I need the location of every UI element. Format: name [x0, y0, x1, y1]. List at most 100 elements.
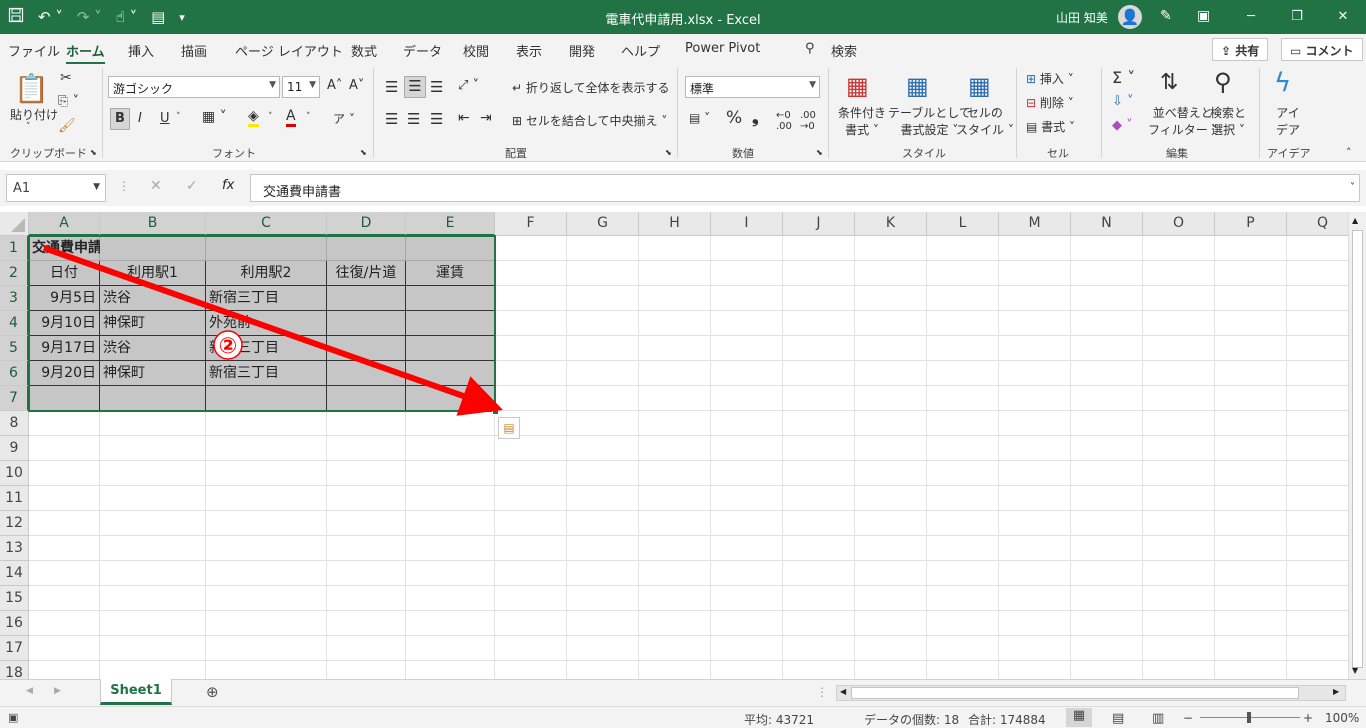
- cell-q1[interactable]: [1287, 236, 1348, 261]
- cell-d11[interactable]: [327, 486, 406, 511]
- cell-a18[interactable]: [29, 661, 100, 679]
- fill-color-icon[interactable]: ◈: [248, 108, 259, 127]
- column-header-g[interactable]: G: [567, 212, 639, 236]
- cell-m7[interactable]: [999, 386, 1071, 411]
- cell-m1[interactable]: [999, 236, 1071, 261]
- row-header-7[interactable]: 7: [0, 386, 29, 411]
- cell-d7[interactable]: [327, 386, 406, 411]
- cell-f11[interactable]: [495, 486, 567, 511]
- user-name[interactable]: 山田 知美: [1056, 9, 1108, 26]
- cell-p18[interactable]: [1215, 661, 1287, 679]
- cell-k11[interactable]: [855, 486, 927, 511]
- cell-a8[interactable]: [29, 411, 100, 436]
- name-box[interactable]: A1 ▼: [6, 174, 106, 202]
- cell-m8[interactable]: [999, 411, 1071, 436]
- tab-data[interactable]: データ: [403, 41, 442, 60]
- cell-e4[interactable]: [406, 311, 495, 336]
- macro-record-icon[interactable]: ▣: [8, 711, 18, 724]
- column-header-c[interactable]: C: [206, 212, 327, 236]
- row-header-11[interactable]: 11: [0, 486, 29, 511]
- column-header-e[interactable]: E: [406, 212, 495, 236]
- cell-q14[interactable]: [1287, 561, 1348, 586]
- cell-b1[interactable]: [100, 236, 206, 261]
- h-scroll-thumb[interactable]: [851, 687, 1299, 699]
- grow-font-icon[interactable]: A˄: [327, 78, 342, 93]
- cell-l4[interactable]: [927, 311, 999, 336]
- cell-k7[interactable]: [855, 386, 927, 411]
- cell-k1[interactable]: [855, 236, 927, 261]
- cell-m2[interactable]: [999, 261, 1071, 286]
- autosum-icon[interactable]: Σ ˅: [1112, 68, 1135, 87]
- cell-c14[interactable]: [206, 561, 327, 586]
- cell-o9[interactable]: [1143, 436, 1215, 461]
- collapse-ribbon-icon[interactable]: ˄: [1346, 146, 1352, 159]
- restore-button[interactable]: ❐: [1274, 0, 1320, 34]
- cell-h6[interactable]: [639, 361, 711, 386]
- tab-page-layout[interactable]: ページ レイアウト: [235, 41, 343, 60]
- column-header-d[interactable]: D: [327, 212, 406, 236]
- fill-handle[interactable]: [492, 408, 499, 415]
- cell-e11[interactable]: [406, 486, 495, 511]
- cell-i14[interactable]: [711, 561, 783, 586]
- cell-m12[interactable]: [999, 511, 1071, 536]
- tab-view[interactable]: 表示: [516, 41, 542, 60]
- cell-q6[interactable]: [1287, 361, 1348, 386]
- page-layout-view-icon[interactable]: ▤: [1112, 711, 1124, 726]
- cell-l2[interactable]: [927, 261, 999, 286]
- cell-k13[interactable]: [855, 536, 927, 561]
- cell-q16[interactable]: [1287, 611, 1348, 636]
- cell-h17[interactable]: [639, 636, 711, 661]
- align-middle-icon[interactable]: ☰: [404, 76, 426, 98]
- cell-i2[interactable]: [711, 261, 783, 286]
- merge-center-button[interactable]: ⊞ セルを結合して中央揃え ˅: [512, 112, 667, 129]
- cell-d14[interactable]: [327, 561, 406, 586]
- insert-cells-button[interactable]: ⊞ 挿入 ˅: [1026, 70, 1074, 87]
- format-cells-button[interactable]: ▤ 書式 ˅: [1026, 118, 1075, 135]
- cell-n15[interactable]: [1071, 586, 1143, 611]
- tab-help[interactable]: ヘルプ: [621, 41, 660, 60]
- cell-l17[interactable]: [927, 636, 999, 661]
- cell-c6[interactable]: 新宿三丁目: [206, 361, 327, 386]
- row-header-4[interactable]: 4: [0, 311, 29, 336]
- cell-g16[interactable]: [567, 611, 639, 636]
- insert-function-icon[interactable]: fx: [222, 178, 234, 193]
- font-size-select[interactable]: 11 ▼: [282, 76, 320, 98]
- cell-m9[interactable]: [999, 436, 1071, 461]
- cell-o7[interactable]: [1143, 386, 1215, 411]
- cell-j5[interactable]: [783, 336, 855, 361]
- cell-l10[interactable]: [927, 461, 999, 486]
- cell-a5[interactable]: 9月17日: [29, 336, 100, 361]
- cell-p12[interactable]: [1215, 511, 1287, 536]
- sheet-tab[interactable]: Sheet1: [100, 679, 172, 705]
- column-header-o[interactable]: O: [1143, 212, 1215, 236]
- cell-l18[interactable]: [927, 661, 999, 679]
- cell-c5[interactable]: 新宿三丁目: [206, 336, 327, 361]
- alignment-launcher-icon[interactable]: ⬊: [665, 148, 672, 157]
- cell-h11[interactable]: [639, 486, 711, 511]
- add-sheet-icon[interactable]: ⊕: [206, 683, 219, 701]
- formula-input[interactable]: 交通費申請書 ˅: [250, 174, 1360, 202]
- cell-b18[interactable]: [100, 661, 206, 679]
- cell-n6[interactable]: [1071, 361, 1143, 386]
- cell-o11[interactable]: [1143, 486, 1215, 511]
- cell-b6[interactable]: 神保町: [100, 361, 206, 386]
- cell-c1[interactable]: [206, 236, 327, 261]
- cell-n17[interactable]: [1071, 636, 1143, 661]
- splitter-icon[interactable]: ⋮: [816, 685, 828, 699]
- normal-view-icon[interactable]: ▦: [1066, 708, 1092, 727]
- cell-o3[interactable]: [1143, 286, 1215, 311]
- cell-e5[interactable]: [406, 336, 495, 361]
- column-header-l[interactable]: L: [927, 212, 999, 236]
- cell-d3[interactable]: [327, 286, 406, 311]
- cancel-icon[interactable]: ✕: [150, 178, 162, 194]
- tab-developer[interactable]: 開発: [569, 41, 595, 60]
- cell-d10[interactable]: [327, 461, 406, 486]
- cell-i4[interactable]: [711, 311, 783, 336]
- cell-b17[interactable]: [100, 636, 206, 661]
- cell-q11[interactable]: [1287, 486, 1348, 511]
- cell-i9[interactable]: [711, 436, 783, 461]
- cell-d6[interactable]: [327, 361, 406, 386]
- cell-i5[interactable]: [711, 336, 783, 361]
- cell-p17[interactable]: [1215, 636, 1287, 661]
- cut-icon[interactable]: ✂: [60, 70, 72, 86]
